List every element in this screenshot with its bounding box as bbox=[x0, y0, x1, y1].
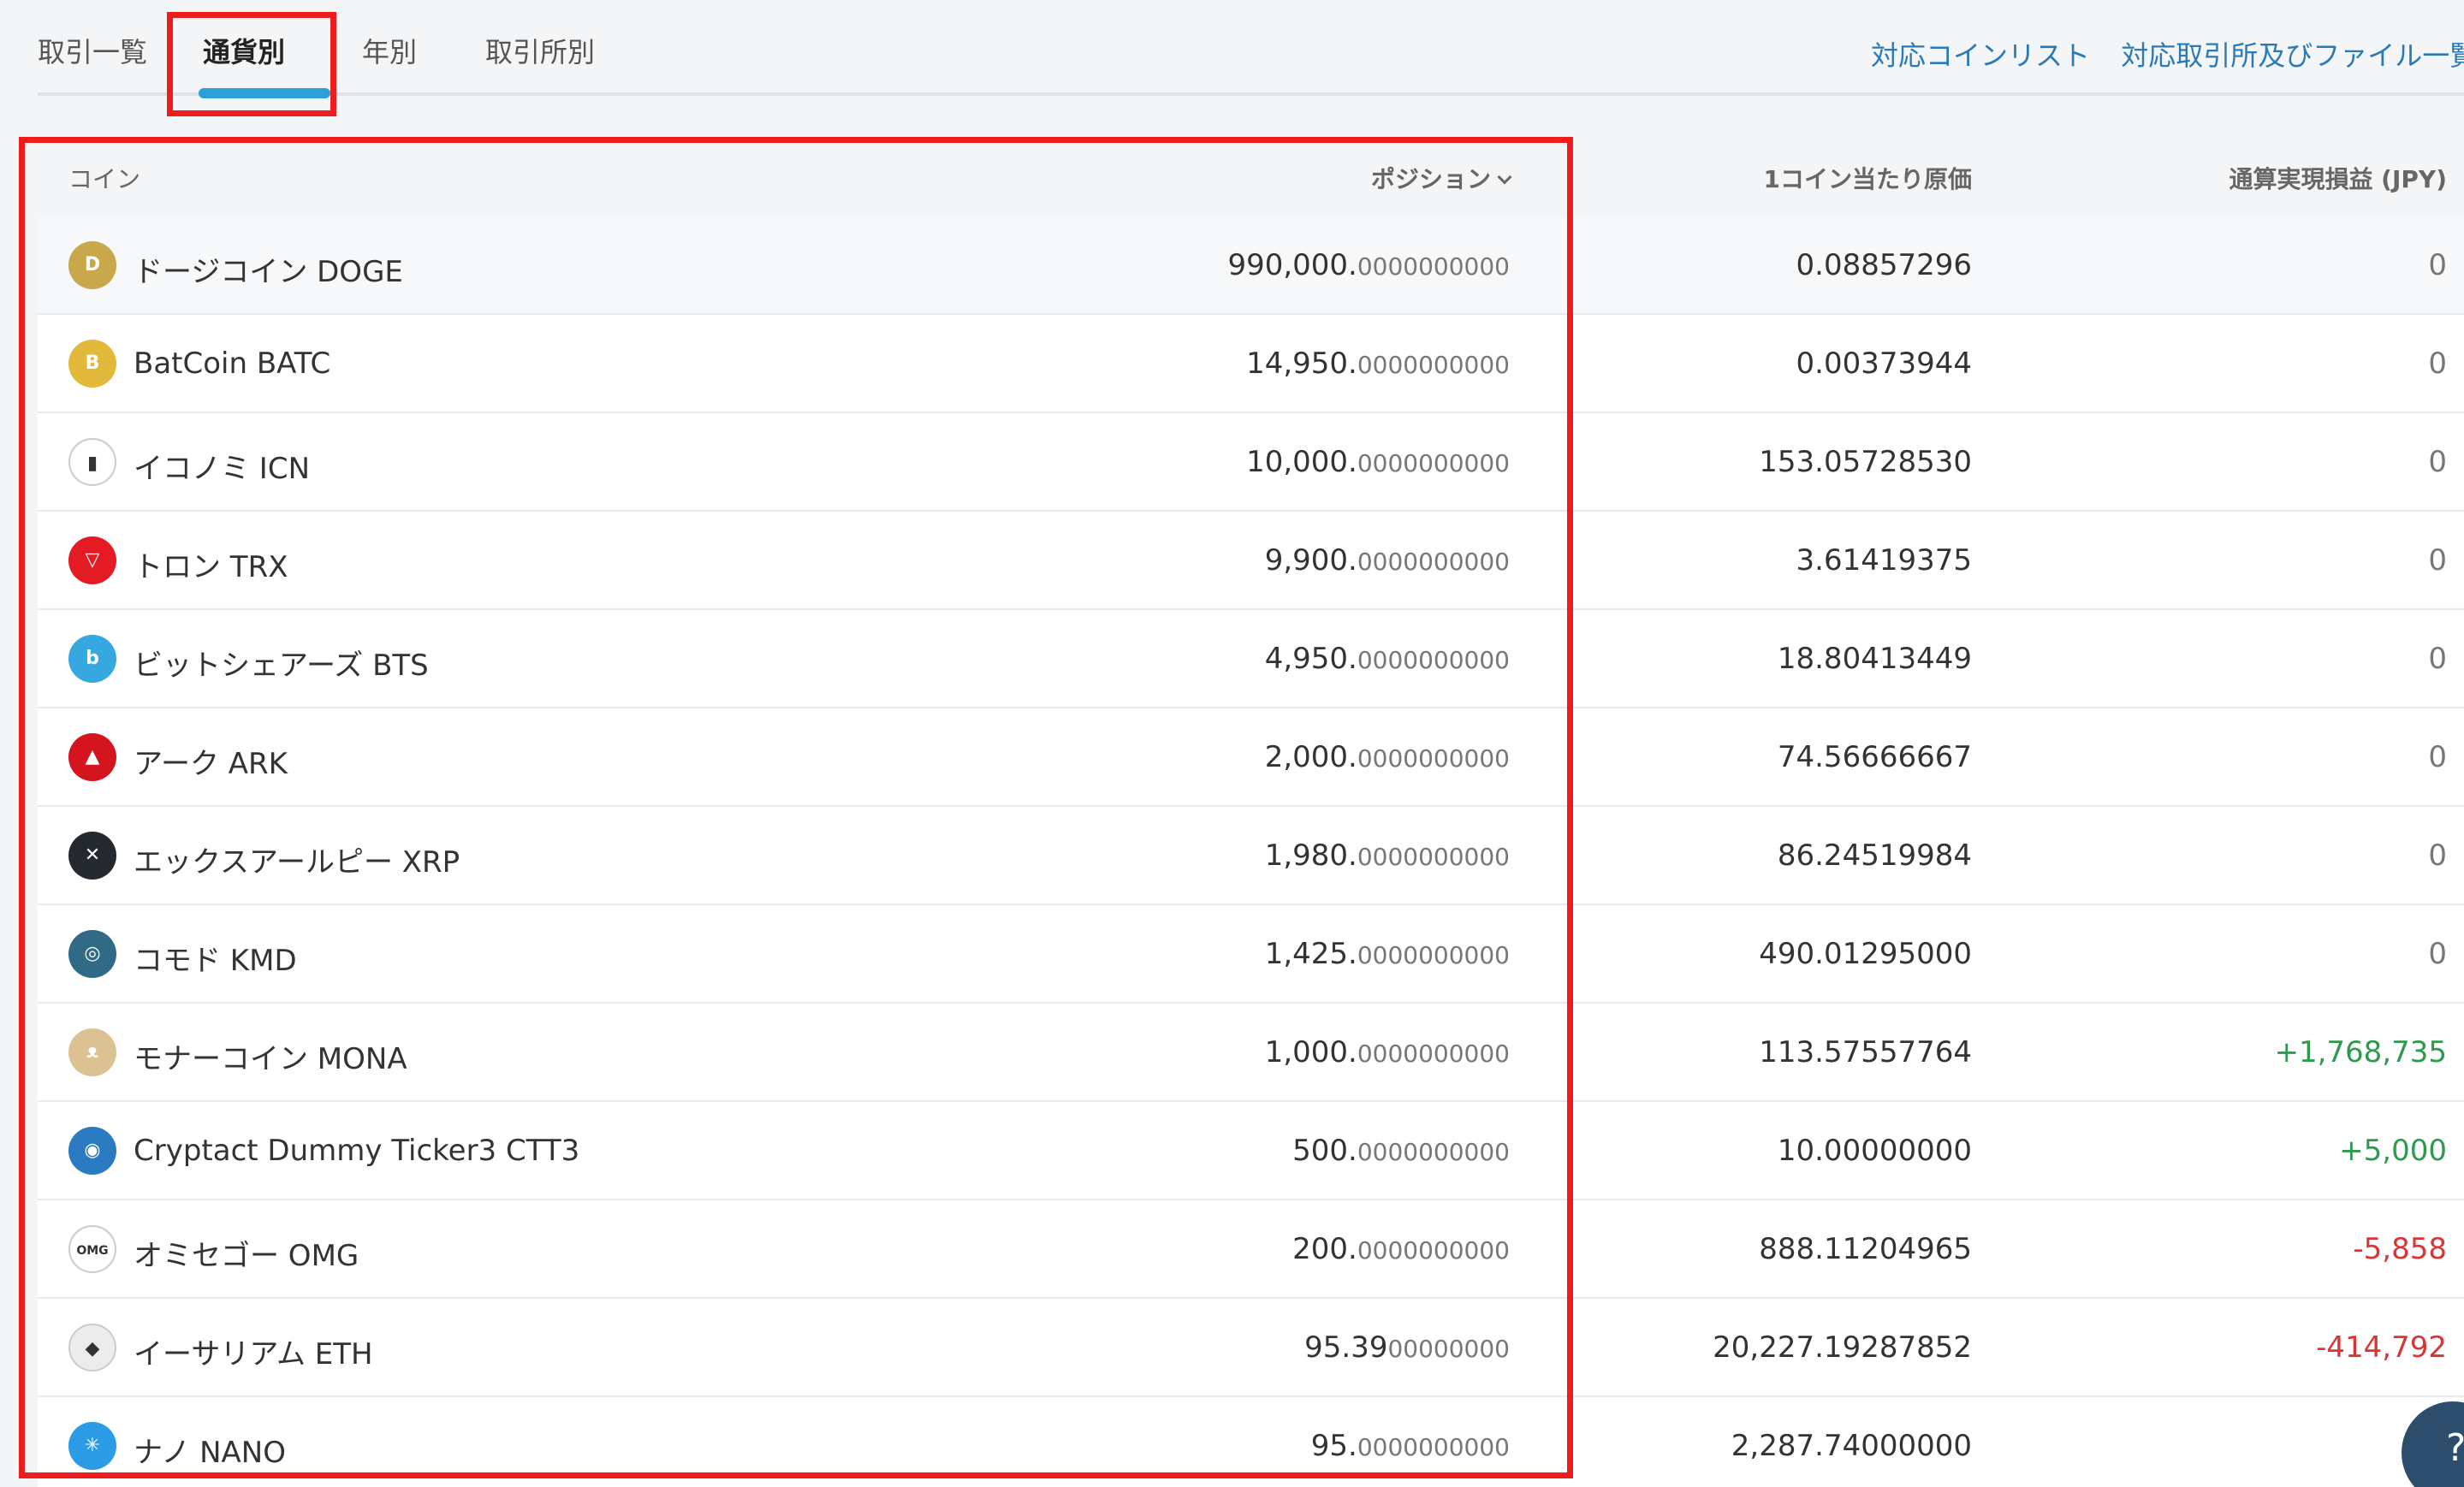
cost-per-coin-value: 86.24519984 bbox=[1777, 838, 1972, 873]
header-links: 対応コインリスト 対応取引所及びファイル一覧 bbox=[1871, 34, 2464, 74]
cost-per-coin-value: 3.61419375 bbox=[1796, 543, 1973, 578]
cost-per-coin-value: 888.11204965 bbox=[1759, 1232, 1972, 1266]
header-realized-pnl: 通算実現損益 (JPY) bbox=[2229, 165, 2447, 193]
header-cost-per-coin: 1コイン当たり原価 bbox=[1763, 165, 1972, 193]
realized-pnl-value: 0 bbox=[2428, 445, 2447, 479]
cost-per-coin-value: 20,227.19287852 bbox=[1713, 1330, 1972, 1365]
realized-pnl-value: -5,858 bbox=[2353, 1232, 2447, 1266]
realized-pnl-value: +1,768,735 bbox=[2274, 1035, 2447, 1069]
realized-pnl-value: 0 bbox=[2428, 740, 2447, 774]
cost-per-coin-value: 0.08857296 bbox=[1796, 248, 1973, 282]
highlight-box-tab bbox=[167, 12, 336, 116]
cost-per-coin-value: 74.56666667 bbox=[1777, 740, 1972, 774]
cost-per-coin-value: 10.00000000 bbox=[1777, 1134, 1972, 1168]
realized-pnl-value: 0 bbox=[2428, 347, 2447, 381]
realized-pnl-value: 0 bbox=[2428, 543, 2447, 578]
cost-per-coin-value: 490.01295000 bbox=[1759, 937, 1972, 971]
tab-by-year[interactable]: 年別 bbox=[362, 31, 417, 70]
realized-pnl-value: -414,792 bbox=[2316, 1330, 2447, 1365]
realized-pnl-value: 0 bbox=[2428, 838, 2447, 873]
tab-by-exchange[interactable]: 取引所別 bbox=[485, 31, 595, 70]
page: 取引一覧 通貨別 年別 取引所別 対応コインリスト 対応取引所及びファイル一覧 … bbox=[0, 0, 2464, 1487]
cost-per-coin-value: 153.05728530 bbox=[1759, 445, 1972, 479]
highlight-box-table bbox=[19, 137, 1573, 1478]
realized-pnl-value: 0 bbox=[2428, 937, 2447, 971]
cost-per-coin-value: 0.00373944 bbox=[1796, 347, 1973, 381]
realized-pnl-value: 0 bbox=[2428, 642, 2447, 676]
realized-pnl-value: 0 bbox=[2428, 248, 2447, 282]
supported-exchange-list-link[interactable]: 対応取引所及びファイル一覧 bbox=[2121, 39, 2464, 72]
cost-per-coin-value: 113.57557764 bbox=[1759, 1035, 1972, 1069]
question-icon: ? bbox=[2446, 1426, 2464, 1470]
tab-transactions[interactable]: 取引一覧 bbox=[38, 31, 147, 70]
cost-per-coin-value: 2,287.74000000 bbox=[1731, 1429, 1972, 1463]
cost-per-coin-value: 18.80413449 bbox=[1777, 642, 1972, 676]
realized-pnl-value: +5,000 bbox=[2339, 1134, 2447, 1168]
supported-coin-list-link[interactable]: 対応コインリスト bbox=[1871, 39, 2090, 72]
